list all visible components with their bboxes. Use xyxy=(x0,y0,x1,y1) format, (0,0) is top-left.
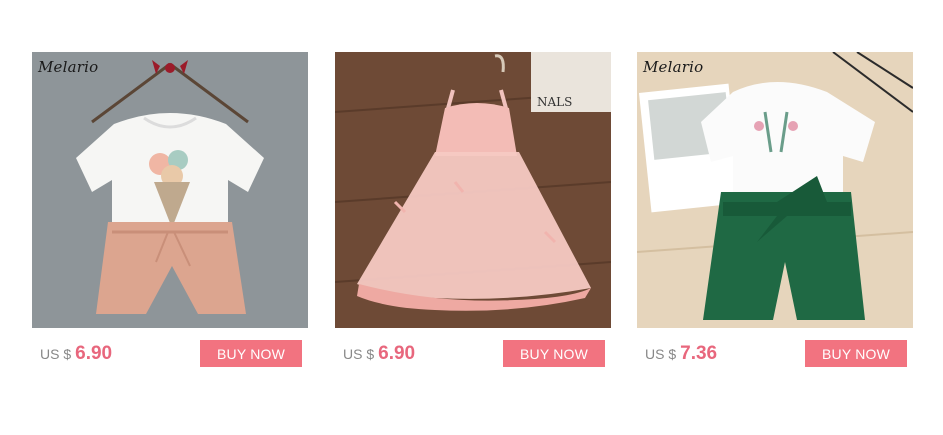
product-footer: US $7.36 BUY NOW xyxy=(637,340,913,390)
currency-label: US $ xyxy=(40,346,72,362)
product-footer: US $6.90 BUY NOW xyxy=(335,340,611,390)
product-image[interactable]: Melario xyxy=(32,52,308,328)
price-label: US $6.90 xyxy=(343,343,415,365)
brand-logo: Melario xyxy=(643,58,704,76)
price-amount: 6.90 xyxy=(75,343,113,364)
sign-text: NALS xyxy=(537,95,572,109)
price-label: US $6.90 xyxy=(40,343,112,365)
currency-label: US $ xyxy=(343,346,375,362)
price-amount: 6.90 xyxy=(378,343,416,364)
price-label: US $7.36 xyxy=(645,343,717,365)
product-image[interactable]: NALS xyxy=(335,52,611,328)
buy-now-button[interactable]: BUY NOW xyxy=(805,340,907,367)
product-image[interactable]: Melario xyxy=(637,52,913,328)
price-amount: 7.36 xyxy=(680,343,718,364)
buy-now-button[interactable]: BUY NOW xyxy=(503,340,605,367)
product-card: NALS US $6.90 BUY NOW xyxy=(335,52,611,390)
brand-logo: Melario xyxy=(38,58,99,76)
product-card: Melario US $7.36 BUY NOW xyxy=(637,52,913,390)
product-footer: US $6.90 BUY NOW xyxy=(32,340,308,390)
currency-label: US $ xyxy=(645,346,677,362)
buy-now-button[interactable]: BUY NOW xyxy=(200,340,302,367)
product-card: Melario US $6.90 BUY NOW xyxy=(32,52,308,390)
product-grid: Melario US $6.90 BUY NOW NALS US $ 6.90 … xyxy=(0,0,943,435)
